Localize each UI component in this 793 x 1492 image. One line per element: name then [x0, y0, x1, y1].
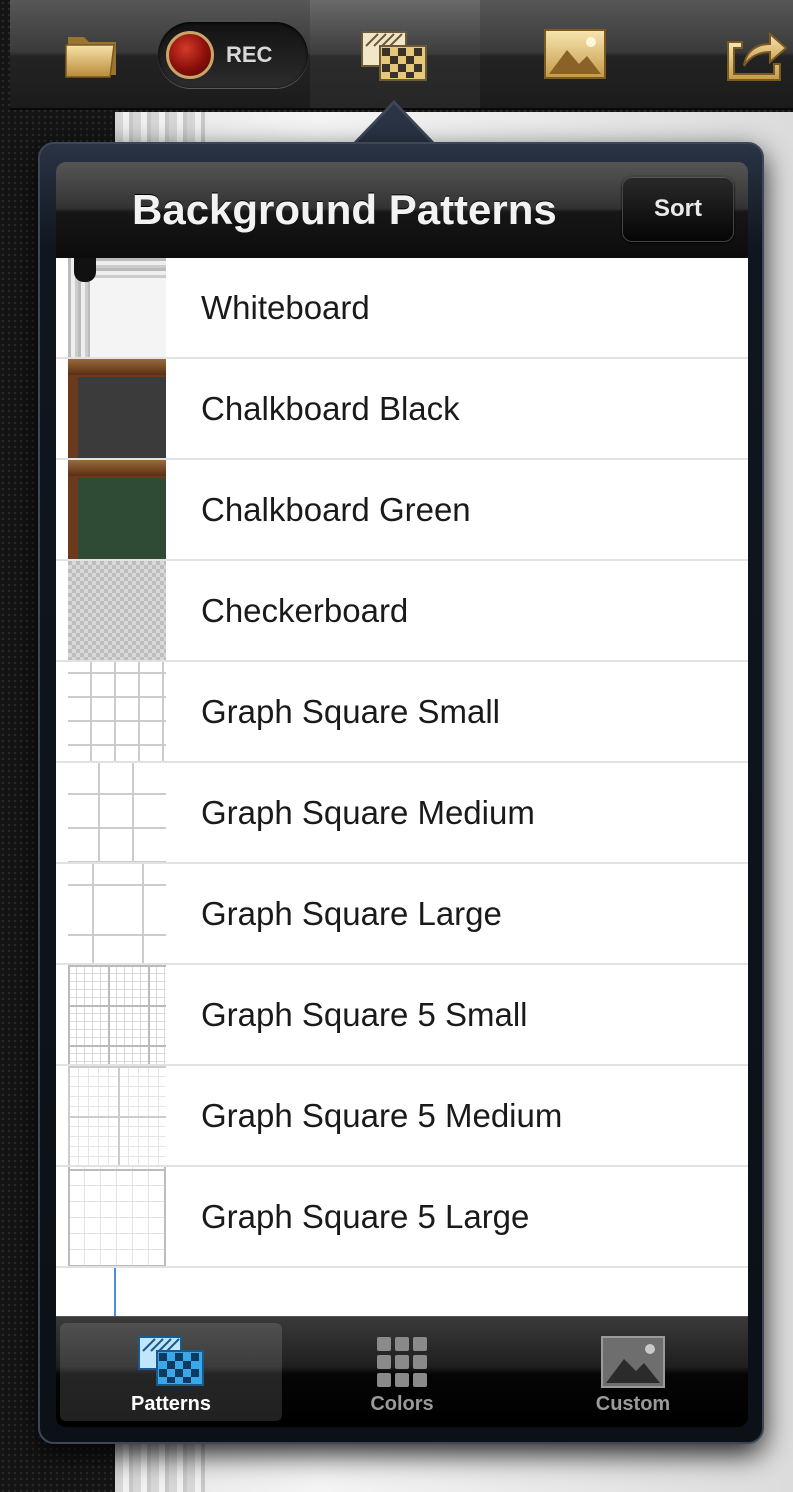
list-item-graph-square-5-large[interactable]: Graph Square 5 Large — [56, 1167, 748, 1268]
open-folder-button[interactable] — [60, 0, 124, 108]
list-item-checkerboard[interactable]: Checkerboard — [56, 561, 748, 662]
list-item-label: Graph Square Small — [201, 693, 500, 730]
graph-5-medium-thumbnail — [68, 1066, 166, 1165]
list-item-label: Graph Square Medium — [201, 794, 535, 831]
list-item-label: Whiteboard — [201, 289, 370, 326]
image-icon — [544, 29, 606, 79]
tab-label: Custom — [595, 1393, 671, 1415]
popover-title: Background Patterns — [132, 186, 557, 233]
record-button[interactable]: REC — [158, 22, 308, 88]
graph-medium-thumbnail — [68, 763, 166, 862]
custom-image-icon — [601, 1336, 665, 1388]
graph-5-small-thumbnail — [68, 965, 166, 1064]
graph-small-thumbnail — [68, 662, 166, 761]
checkerboard-thumbnail — [68, 561, 166, 660]
tab-label: Patterns — [130, 1393, 212, 1415]
patterns-tab-icon — [138, 1336, 204, 1386]
record-label: REC — [226, 42, 273, 67]
folder-icon — [65, 37, 116, 78]
partial-thumbnail — [68, 1268, 166, 1316]
tab-label: Colors — [370, 1393, 434, 1415]
list-item-graph-square-large[interactable]: Graph Square Large — [56, 864, 748, 965]
graph-large-thumbnail — [68, 864, 166, 963]
list-item-label: Checkerboard — [201, 592, 409, 629]
list-item-chalkboard-green[interactable]: Chalkboard Green — [56, 460, 748, 561]
list-item-label: Graph Square 5 Medium — [201, 1097, 563, 1134]
list-item-label: Chalkboard Green — [201, 491, 471, 528]
list-item-graph-square-small[interactable]: Graph Square Small — [56, 662, 748, 763]
list-item-partial[interactable] — [56, 1268, 748, 1316]
list-item-whiteboard[interactable]: Whiteboard — [56, 258, 748, 359]
background-patterns-button[interactable] — [310, 0, 480, 108]
chalkboard-green-thumbnail — [68, 460, 166, 559]
top-toolbar: REC — [10, 0, 793, 110]
tab-patterns[interactable]: Patterns — [60, 1323, 282, 1421]
chalkboard-black-thumbnail — [68, 359, 166, 458]
whiteboard-thumbnail — [68, 258, 166, 357]
insert-image-button[interactable] — [540, 0, 610, 108]
share-icon — [727, 31, 788, 81]
record-dot-icon — [166, 31, 214, 79]
list-item-label: Chalkboard Black — [201, 390, 460, 427]
graph-5-large-thumbnail — [68, 1167, 166, 1266]
list-item-chalkboard-black[interactable]: Chalkboard Black — [56, 359, 748, 460]
tab-custom[interactable]: Custom — [522, 1323, 744, 1421]
popover-header: Background Patterns Sort — [56, 162, 748, 258]
patterns-icon — [361, 31, 427, 81]
patterns-list[interactable]: Whiteboard Chalkboard Black Chalkboard G… — [56, 258, 748, 1316]
list-item-graph-square-medium[interactable]: Graph Square Medium — [56, 763, 748, 864]
popover-tab-bar: Patterns Colors Custom — [56, 1316, 748, 1427]
list-item-label: Graph Square 5 Large — [201, 1198, 530, 1235]
background-patterns-popover: Background Patterns Sort Whiteboard Chal… — [38, 142, 764, 1444]
sort-button[interactable]: Sort — [622, 176, 734, 242]
colors-grid-icon — [377, 1337, 427, 1387]
list-item-label: Graph Square Large — [201, 895, 502, 932]
share-button[interactable] — [722, 0, 792, 108]
list-item-label: Graph Square 5 Small — [201, 996, 528, 1033]
list-item-graph-square-5-medium[interactable]: Graph Square 5 Medium — [56, 1066, 748, 1167]
list-item-graph-square-5-small[interactable]: Graph Square 5 Small — [56, 965, 748, 1066]
tab-colors[interactable]: Colors — [291, 1323, 513, 1421]
